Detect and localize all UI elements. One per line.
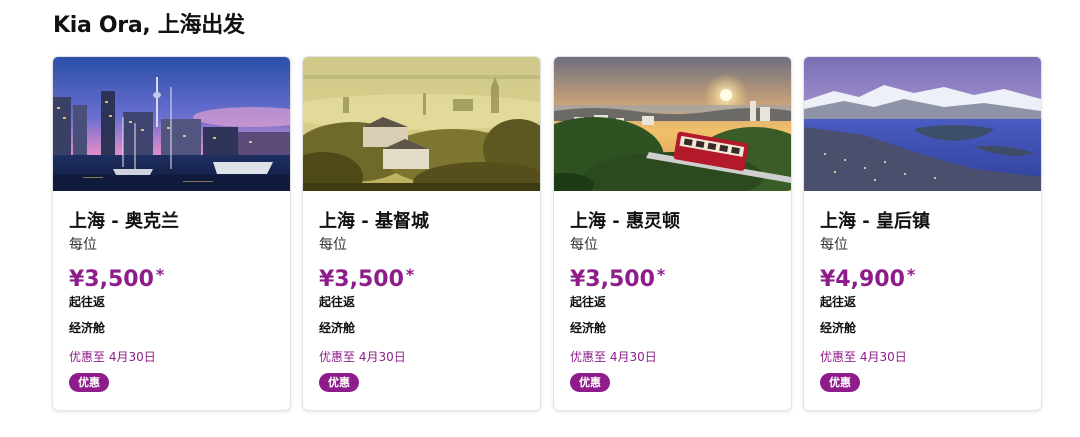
offer-until-text: 优惠至 4月30日	[319, 350, 406, 364]
price-amount: ¥3,500	[570, 267, 655, 292]
cabin-class-label: 经济舱	[570, 321, 607, 335]
queenstown-lake-photo	[804, 57, 1041, 191]
christchurch-misty-photo	[303, 57, 540, 191]
deal-card-auckland[interactable]: 上海 - 奥克兰 每位 ¥3,500 * 起往返 经济舱 优惠至 4月30日 优惠	[52, 56, 291, 411]
deal-card-queenstown[interactable]: 上海 - 皇后镇 每位 ¥4,900 * 起往返 经济舱 优惠至 4月30日 优惠	[803, 56, 1042, 411]
offer-badge: 优惠	[820, 373, 860, 392]
trip-type-label: 起往返	[69, 295, 106, 309]
deal-card-wellington[interactable]: 上海 - 惠灵顿 每位 ¥3,500 * 起往返 经济舱 优惠至 4月30日 优惠	[553, 56, 792, 411]
offer-badge: 优惠	[69, 373, 109, 392]
section-title: Kia Ora, 上海出发	[53, 13, 245, 38]
offer-until-text: 优惠至 4月30日	[570, 350, 657, 364]
price: ¥3,500 *	[69, 265, 164, 292]
route-title: 上海 - 基督城	[319, 211, 430, 232]
price: ¥4,900 *	[820, 265, 915, 292]
price-asterisk: *	[405, 265, 415, 284]
per-person-label: 每位	[570, 237, 598, 253]
per-person-label: 每位	[69, 237, 97, 253]
per-person-label: 每位	[820, 237, 848, 253]
cabin-class-label: 经济舱	[319, 321, 356, 335]
trip-type-label: 起往返	[820, 295, 857, 309]
price: ¥3,500 *	[570, 265, 665, 292]
price-asterisk: *	[656, 265, 666, 284]
cabin-class-label: 经济舱	[69, 321, 106, 335]
price-asterisk: *	[906, 265, 916, 284]
offer-badge: 优惠	[570, 373, 610, 392]
auckland-harbour-photo	[53, 57, 290, 191]
price-asterisk: *	[155, 265, 165, 284]
price-amount: ¥3,500	[69, 267, 154, 292]
offer-until-text: 优惠至 4月30日	[69, 350, 156, 364]
trip-type-label: 起往返	[319, 295, 356, 309]
offer-badge: 优惠	[319, 373, 359, 392]
wellington-cable-car-photo	[554, 57, 791, 191]
offer-until-text: 优惠至 4月30日	[820, 350, 907, 364]
deal-card-christchurch[interactable]: 上海 - 基督城 每位 ¥3,500 * 起往返 经济舱 优惠至 4月30日 优惠	[302, 56, 541, 411]
price: ¥3,500 *	[319, 265, 414, 292]
trip-type-label: 起往返	[570, 295, 607, 309]
route-title: 上海 - 奥克兰	[69, 211, 180, 232]
cabin-class-label: 经济舱	[820, 321, 857, 335]
per-person-label: 每位	[319, 237, 347, 253]
price-amount: ¥4,900	[820, 267, 905, 292]
route-title: 上海 - 皇后镇	[820, 211, 931, 232]
price-amount: ¥3,500	[319, 267, 404, 292]
route-title: 上海 - 惠灵顿	[570, 211, 681, 232]
